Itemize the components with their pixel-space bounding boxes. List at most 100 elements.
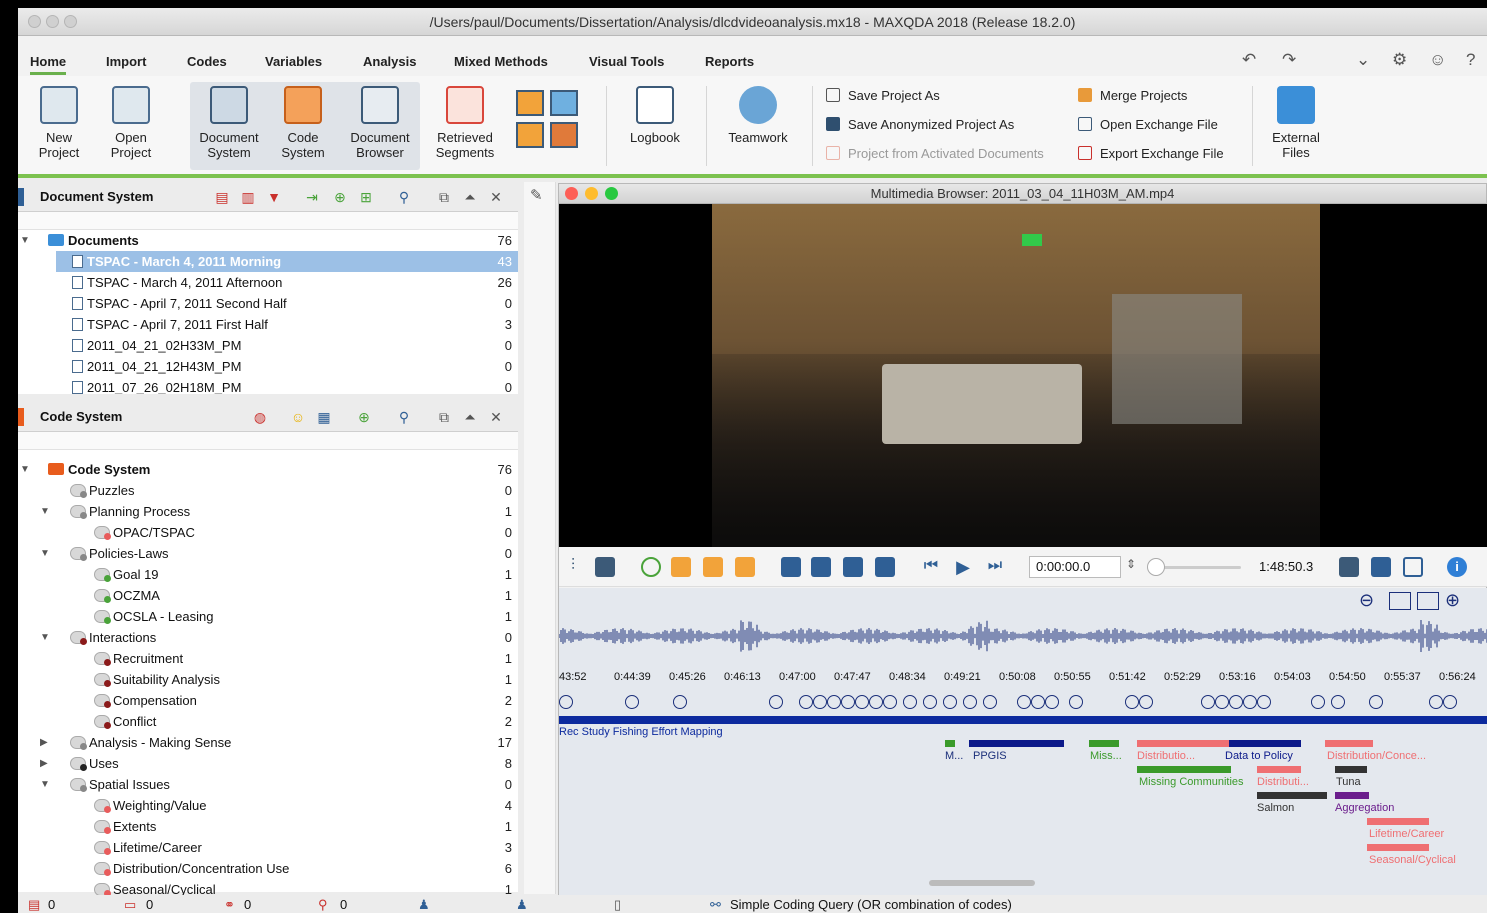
play-icon[interactable]: ▶	[953, 557, 973, 577]
undock-icon[interactable]: ⧉	[436, 409, 452, 425]
document-system-button[interactable]: Document System	[194, 86, 264, 160]
memo-clock-icon[interactable]	[1331, 695, 1345, 709]
video-player[interactable]	[559, 204, 1487, 547]
marker-delete-icon[interactable]	[875, 557, 895, 577]
close-window-button[interactable]	[565, 187, 578, 200]
memo-clock-icon[interactable]	[799, 695, 813, 709]
code-row[interactable]: Goal 19 1	[18, 564, 518, 585]
memo-clock-icon[interactable]	[1311, 695, 1325, 709]
code-row[interactable]: Puzzles 0	[18, 480, 518, 501]
layout-icon[interactable]	[516, 90, 544, 116]
expand-triangle-icon[interactable]: ▼	[20, 230, 30, 251]
time-stepper-icon[interactable]: ⇕	[1126, 557, 1136, 571]
code-segment[interactable]	[1137, 740, 1229, 747]
skip-forward-icon[interactable]: ⏭	[985, 557, 1005, 577]
copy-docs-icon[interactable]: ▥	[240, 189, 256, 205]
maximize-icon[interactable]: ⏶	[462, 189, 478, 205]
code-segment[interactable]	[1089, 740, 1119, 747]
code-segment[interactable]	[1335, 766, 1367, 773]
help-icon[interactable]: ?	[1466, 50, 1475, 70]
document-browser-button[interactable]: Document Browser	[344, 86, 416, 160]
document-icon[interactable]: ▯	[614, 897, 621, 913]
document-row[interactable]: TSPAC - March 4, 2011 Afternoon 26	[18, 272, 518, 293]
export-exchange-button[interactable]: Export Exchange File	[1078, 146, 1224, 161]
expand-triangle-icon[interactable]: ▼	[40, 774, 50, 795]
document-row[interactable]: TSPAC - March 4, 2011 Morning 43	[56, 251, 518, 272]
memo-clock-icon[interactable]	[813, 695, 827, 709]
document-row[interactable]: TSPAC - April 7, 2011 First Half 3	[18, 314, 518, 335]
memo-clock-icon[interactable]	[1215, 695, 1229, 709]
expand-triangle-icon[interactable]: ▶	[40, 732, 48, 753]
new-set-icon[interactable]: ⊞	[358, 189, 374, 205]
memo-clock-icon[interactable]	[827, 695, 841, 709]
emoticode-icon[interactable]: ☺	[290, 409, 306, 425]
undock-icon[interactable]: ⧉	[436, 189, 452, 205]
memo-clock-icon[interactable]	[1125, 695, 1139, 709]
memo-clock-icon[interactable]	[1257, 695, 1271, 709]
search-icon[interactable]: ⚲	[396, 189, 412, 205]
edit-icon[interactable]: ✎	[530, 186, 543, 204]
code-row[interactable]: OCZMA 1	[18, 585, 518, 606]
export-icon[interactable]	[1403, 557, 1423, 577]
memo-clock-icon[interactable]	[1443, 695, 1457, 709]
zoom-out-icon[interactable]: ⊖	[1359, 590, 1374, 611]
code-activate-icon[interactable]: ◍	[252, 409, 268, 425]
marker-icon[interactable]	[843, 557, 863, 577]
code-row[interactable]: Conflict 2	[18, 711, 518, 732]
external-files-button[interactable]: External Files	[1264, 86, 1328, 160]
memo-clock-icon[interactable]	[943, 695, 957, 709]
code-segment[interactable]	[1367, 844, 1429, 851]
code-row[interactable]: ▶ Analysis - Making Sense 17	[18, 732, 518, 753]
expand-triangle-icon[interactable]: ▼	[20, 459, 30, 480]
memo-clock-icon[interactable]	[883, 695, 897, 709]
menu-visual-tools[interactable]: Visual Tools	[589, 54, 664, 69]
document-row[interactable]: 2011_04_21_12H43M_PM 0	[18, 356, 518, 377]
fit-width-icon[interactable]	[1417, 592, 1439, 610]
merge-projects-button[interactable]: Merge Projects	[1078, 88, 1187, 103]
code-row[interactable]: ▼ Planning Process 1	[18, 501, 518, 522]
code-segment[interactable]	[1257, 766, 1301, 773]
marker-icon[interactable]	[811, 557, 831, 577]
user-icon[interactable]: ♟	[516, 897, 528, 913]
menu-analysis[interactable]: Analysis	[363, 54, 416, 69]
code-row[interactable]: OCSLA - Leasing 1	[18, 606, 518, 627]
volume-slider[interactable]	[1154, 566, 1241, 569]
code-row[interactable]: Suitability Analysis 1	[18, 669, 518, 690]
retrieved-segments-button[interactable]: Retrieved Segments	[430, 86, 500, 160]
memo-clock-icon[interactable]	[1139, 695, 1153, 709]
code-segment[interactable]	[1229, 740, 1301, 747]
activate-icon[interactable]: ▤	[214, 189, 230, 205]
memo-clock-icon[interactable]	[1229, 695, 1243, 709]
memo-clock-icon[interactable]	[869, 695, 883, 709]
code-row[interactable]: Extents 1	[18, 816, 518, 837]
marker-icon[interactable]	[781, 557, 801, 577]
code-segment[interactable]	[1335, 792, 1369, 799]
logbook-button[interactable]: Logbook	[622, 86, 688, 145]
layout-icon[interactable]	[550, 122, 578, 148]
code-row[interactable]: Weighting/Value 4	[18, 795, 518, 816]
zoom-window-button[interactable]	[605, 187, 618, 200]
forward-icon[interactable]	[735, 557, 755, 577]
code-segment[interactable]	[1257, 792, 1327, 799]
maximize-icon[interactable]: ⏶	[462, 409, 478, 425]
menu-home[interactable]: Home	[30, 54, 67, 75]
project-from-activated-button[interactable]: Project from Activated Documents	[826, 146, 1044, 161]
memo-clock-icon[interactable]	[1017, 695, 1031, 709]
table-icon[interactable]: ▦	[316, 409, 332, 425]
undo-icon[interactable]: ↶	[1242, 50, 1256, 70]
new-code-icon[interactable]	[641, 557, 661, 577]
code-row[interactable]: ▶ Uses 8	[18, 753, 518, 774]
memo-clock-icon[interactable]	[1201, 695, 1215, 709]
settings-icon[interactable]: ⫶	[563, 557, 583, 577]
close-icon[interactable]: ✕	[488, 189, 504, 205]
layout-grid-icons[interactable]	[516, 90, 582, 150]
code-row[interactable]: Compensation 2	[18, 690, 518, 711]
menu-import[interactable]: Import	[106, 54, 146, 69]
memo-clock-icon[interactable]	[769, 695, 783, 709]
memo-clock-icon[interactable]	[923, 695, 937, 709]
memo-clock-icon[interactable]	[1369, 695, 1383, 709]
memo-clock-icon[interactable]	[1031, 695, 1045, 709]
menu-reports[interactable]: Reports	[705, 54, 754, 69]
expand-triangle-icon[interactable]: ▼	[40, 501, 50, 522]
save-project-as-button[interactable]: Save Project As	[826, 88, 940, 103]
